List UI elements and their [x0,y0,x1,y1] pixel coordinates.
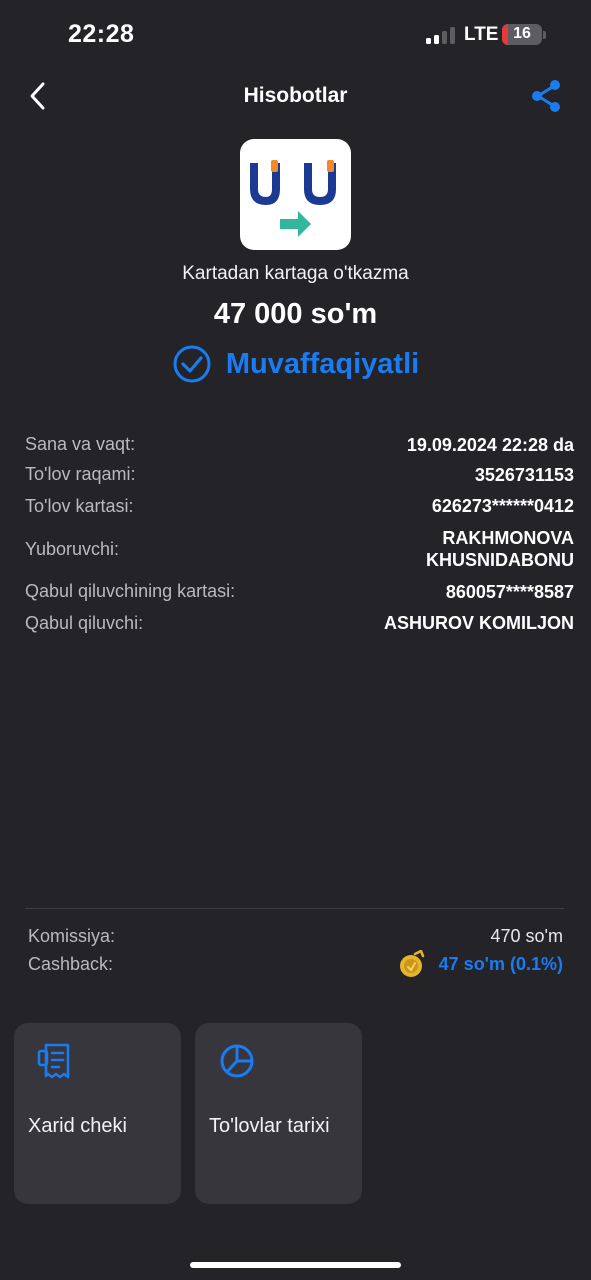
detail-value: 3526731153 [474,464,574,485]
detail-value: RAKHMONOVA KHUSNIDABONU [426,528,574,570]
receipt-button-label: Xarid cheki [28,1115,127,1137]
coin-icon [399,950,424,977]
commission-row: Komissiya: 470 so'm [28,922,563,950]
detail-value: 626273******0412 [431,496,574,517]
pie-chart-icon [220,1044,254,1078]
detail-value: 19.09.2024 22:28 da [406,434,574,455]
receipt-icon [37,1043,70,1079]
cashback-row: Cashback: 47 so'm (0.1%) [28,950,563,978]
signal-icon [426,26,456,44]
detail-row-payment-number: To'lov raqami: 3526731153 [25,459,574,491]
detail-row-recipient: Qabul qiluvchi: ASHUROV KOMILJON [25,608,574,640]
commission-label: Komissiya: [28,925,116,946]
divider [25,908,564,909]
battery-icon: 16 [502,24,542,45]
transaction-amount: 47 000 so'm [213,298,378,330]
detail-value: ASHUROV KOMILJON [383,613,574,634]
payment-history-button-label: To'lovlar tarixi [209,1115,330,1137]
home-indicator[interactable] [190,1262,401,1268]
detail-label: Sana va vaqt: [25,434,136,454]
detail-row-recipient-card: Qabul qiluvchining kartasi: 860057****85… [25,576,574,608]
share-icon [532,80,560,112]
detail-label: Qabul qiluvchining kartasi: [25,581,236,602]
transaction-details: Sana va vaqt: 19.09.2024 22:28 da To'lov… [25,430,574,639]
page-title: Hisobotlar [243,84,348,107]
service-logo [240,139,351,250]
receipt-button[interactable]: Xarid cheki [14,1023,181,1204]
status-text: Muvaffaqiyatli [225,347,420,380]
detail-row-payment-card: To'lov kartasi: 626273******0412 [25,491,574,523]
status-bar: 22:28 LTE 16 [0,0,591,70]
status-time: 22:28 [68,20,135,48]
detail-value: 860057****8587 [445,581,574,602]
network-type: LTE [464,24,499,45]
payment-history-button[interactable]: To'lovlar tarixi [195,1023,362,1204]
service-name: Kartadan kartaga o'tkazma [182,263,409,284]
detail-row-date: Sana va vaqt: 19.09.2024 22:28 da [25,430,574,459]
commission-value: 470 so'm [490,925,563,946]
detail-label: To'lov raqami: [25,464,136,485]
status-badge: Muvaffaqiyatli [0,344,591,384]
detail-label: Qabul qiluvchi: [25,612,144,633]
detail-label: To'lov kartasi: [25,495,134,516]
share-button[interactable] [528,78,564,114]
fee-section: Komissiya: 470 so'm Cashback: 47 so'm (0… [28,922,563,978]
battery-cap [543,31,546,39]
cashback-value: 47 so'm (0.1%) [438,953,563,974]
cashback-label: Cashback: [28,953,114,974]
detail-label: Yuboruvchi: [25,538,120,559]
detail-row-sender: Yuboruvchi: RAKHMONOVA KHUSNIDABONU [25,522,574,576]
check-circle-icon [173,345,211,383]
battery-level: 16 [513,25,531,42]
